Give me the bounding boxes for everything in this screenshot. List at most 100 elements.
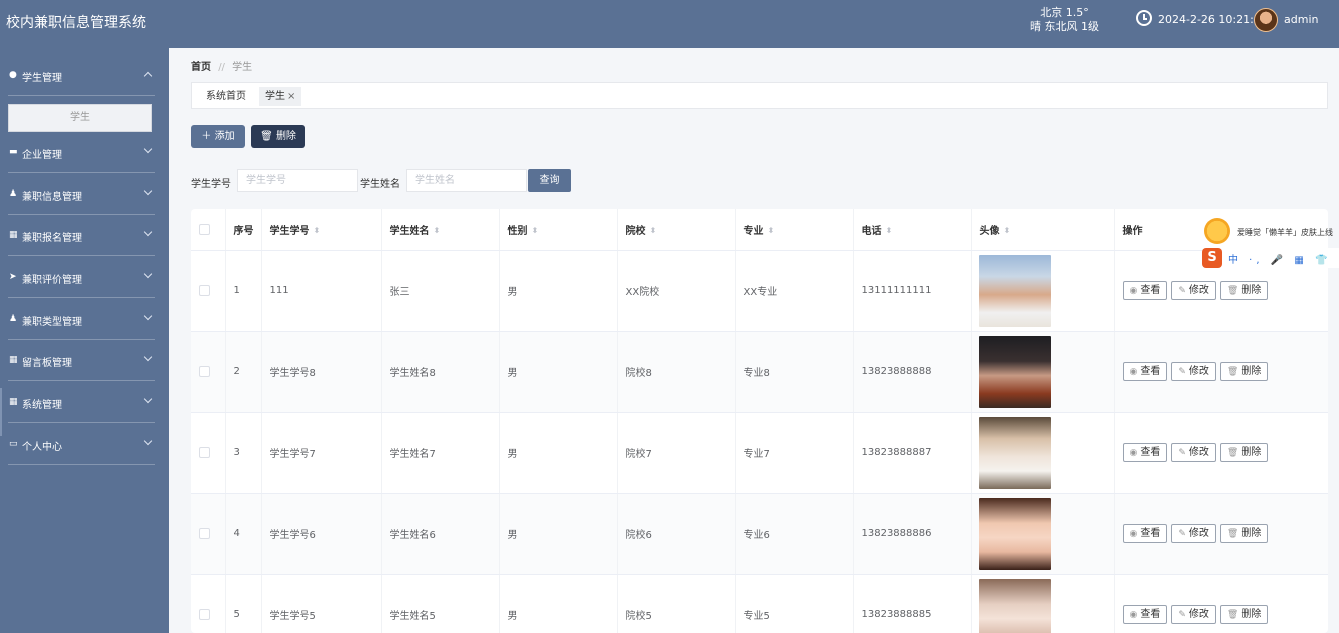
cell-school: 院校8 <box>617 331 736 413</box>
user-icon: ♟ <box>9 314 18 324</box>
view-button-label: 查看 <box>1140 609 1161 620</box>
user-avatar[interactable] <box>1254 8 1278 32</box>
add-button[interactable]: ＋ 添加 <box>191 125 245 148</box>
calendar-icon: ▭ <box>9 439 18 449</box>
sort-icon[interactable]: ⬍ <box>532 226 539 235</box>
delete-row-button[interactable]: 🗑 删除 <box>1219 443 1269 462</box>
edit-button[interactable]: ✎ 修改 <box>1171 605 1216 624</box>
view-button[interactable]: ◉ 查看 <box>1122 281 1168 300</box>
cell-phone: 13823888888 <box>853 331 972 413</box>
ime-tools[interactable]: 中 ·, 🎤 ▦ 👕 ⊕ ▦ <box>1228 251 1339 266</box>
row-checkbox[interactable] <box>199 527 210 539</box>
sidebar-item-job-type-mgmt[interactable]: ♟ 兼职类型管理 <box>0 300 169 340</box>
row-select-cell <box>191 331 226 413</box>
cell-phone: 13823888886 <box>853 493 972 575</box>
cell-gender: 男 <box>499 412 618 494</box>
username[interactable]: admin <box>1284 13 1318 26</box>
sidebar-subitem-student[interactable]: 学生 <box>8 104 152 132</box>
avatar-photo[interactable] <box>978 578 1051 633</box>
sidebar-item-job-info-mgmt[interactable]: ♟ 兼职信息管理 <box>0 175 169 215</box>
view-button[interactable]: ◉ 查看 <box>1122 443 1168 462</box>
col-avatar[interactable]: 头像 ⬍ <box>971 209 1115 251</box>
col-gender-label: 性别 <box>507 225 528 237</box>
sort-icon[interactable]: ⬍ <box>650 226 657 235</box>
edit-button[interactable]: ✎ 修改 <box>1171 281 1216 300</box>
sidebar-item-company-mgmt[interactable]: ▬ 企业管理 <box>0 133 169 173</box>
table-row: 4 学生学号6 学生姓名6 男 院校6 专业6 13823888886 ◉ 查看 ✎… <box>191 493 1328 575</box>
cell-student-id: 学生学号6 <box>261 493 382 575</box>
sidebar-item-job-review-mgmt[interactable]: ➤ 兼职评价管理 <box>0 258 169 298</box>
ime-notice[interactable]: 爱睡觉「懒羊羊」皮肤上线 <box>1237 227 1333 238</box>
delete-row-button[interactable]: 🗑 删除 <box>1219 524 1269 543</box>
edit-button[interactable]: ✎ 修改 <box>1171 362 1216 381</box>
pencil-icon: ✎ <box>1178 448 1186 458</box>
sidebar-item-message-board-mgmt[interactable]: ▦ 留言板管理 <box>0 341 169 381</box>
avatar-photo[interactable] <box>978 497 1051 570</box>
col-avatar-label: 头像 <box>979 225 1000 237</box>
col-phone[interactable]: 电话 ⬍ <box>853 209 972 251</box>
tab-home[interactable]: 系统首页 <box>200 87 252 106</box>
edit-button[interactable]: ✎ 修改 <box>1171 443 1216 462</box>
row-checkbox[interactable] <box>199 446 210 458</box>
sort-icon[interactable]: ⬍ <box>886 226 893 235</box>
cell-name: 学生姓名8 <box>381 331 500 413</box>
table-row: 2 学生学号8 学生姓名8 男 院校8 专业8 13823888888 ◉ 查看 ✎… <box>191 331 1328 413</box>
edit-button-label: 修改 <box>1188 447 1209 458</box>
delete-row-button[interactable]: 🗑 删除 <box>1219 605 1269 624</box>
avatar-photo[interactable] <box>978 254 1051 327</box>
student-name-input[interactable] <box>406 169 527 192</box>
tab-student[interactable]: 学生 × <box>259 87 302 106</box>
sort-icon[interactable]: ⬍ <box>1004 226 1011 235</box>
student-id-input[interactable] <box>237 169 358 192</box>
view-button[interactable]: ◉ 查看 <box>1122 524 1168 543</box>
cell-index: 5 <box>225 574 262 633</box>
eye-icon: ◉ <box>1129 610 1138 620</box>
delete-row-button[interactable]: 🗑 删除 <box>1219 281 1269 300</box>
row-checkbox[interactable] <box>199 608 210 620</box>
sort-icon[interactable]: ⬍ <box>314 226 321 235</box>
cell-gender: 男 <box>499 574 618 633</box>
grid-icon: ▦ <box>9 397 18 407</box>
search-button[interactable]: 查询 <box>528 169 571 192</box>
cell-avatar <box>971 412 1115 494</box>
col-school[interactable]: 院校 ⬍ <box>617 209 736 251</box>
cell-phone: 13823888885 <box>853 574 972 633</box>
breadcrumb-separator: // <box>218 62 225 73</box>
col-name[interactable]: 学生姓名 ⬍ <box>381 209 500 251</box>
select-all-cell <box>191 209 226 251</box>
delete-row-button[interactable]: 🗑 删除 <box>1219 362 1269 381</box>
close-icon[interactable]: × <box>287 91 295 102</box>
divider <box>8 380 155 381</box>
cell-phone: 13111111111 <box>853 250 972 332</box>
ime-logo-icon[interactable]: S <box>1202 248 1222 268</box>
delete-row-button-label: 删除 <box>1241 609 1262 620</box>
view-button[interactable]: ◉ 查看 <box>1122 605 1168 624</box>
sort-icon[interactable]: ⬍ <box>768 226 775 235</box>
edit-button[interactable]: ✎ 修改 <box>1171 524 1216 543</box>
cell-gender: 男 <box>499 493 618 575</box>
cell-name: 学生姓名6 <box>381 493 500 575</box>
sidebar-item-system-mgmt[interactable]: ▦ 系统管理 <box>0 383 169 423</box>
col-gender[interactable]: 性别 ⬍ <box>499 209 618 251</box>
col-student-id[interactable]: 学生学号 ⬍ <box>261 209 382 251</box>
sidebar-item-label: 企业管理 <box>22 150 62 161</box>
view-button[interactable]: ◉ 查看 <box>1122 362 1168 381</box>
table-row: 1 111 张三 男 XX院校 XX专业 13111111111 ◉ 查看 ✎ 修改 🗑… <box>191 250 1328 332</box>
avatar-photo[interactable] <box>978 335 1051 408</box>
sidebar-item-job-signup-mgmt[interactable]: ▦ 兼职报名管理 <box>0 216 169 256</box>
cell-avatar <box>971 574 1115 633</box>
row-checkbox[interactable] <box>199 365 210 377</box>
breadcrumb-home[interactable]: 首页 <box>191 62 211 73</box>
select-all-checkbox[interactable] <box>199 223 210 235</box>
sidebar-item-personal-center[interactable]: ▭ 个人中心 <box>0 425 169 465</box>
avatar-photo[interactable] <box>978 416 1051 489</box>
row-checkbox[interactable] <box>199 284 210 296</box>
view-button-label: 查看 <box>1140 366 1161 377</box>
pencil-icon: ✎ <box>1178 367 1186 377</box>
sidebar-item-student-mgmt[interactable]: ● 学生管理 <box>0 56 169 96</box>
col-major[interactable]: 专业 ⬍ <box>735 209 854 251</box>
plus-icon: ＋ <box>201 131 215 142</box>
delete-button[interactable]: 🗑 删除 <box>251 125 305 148</box>
sort-icon[interactable]: ⬍ <box>434 226 441 235</box>
view-button-label: 查看 <box>1140 447 1161 458</box>
